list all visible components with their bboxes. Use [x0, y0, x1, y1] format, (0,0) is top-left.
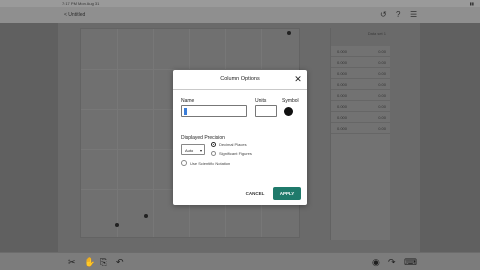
- data-point[interactable]: [287, 31, 291, 35]
- help-icon[interactable]: ?: [396, 10, 400, 20]
- units-label: Units: [255, 98, 267, 104]
- decimal-places-label: Decimal Places: [219, 142, 247, 147]
- chevron-down-icon: ▾: [199, 148, 202, 153]
- precision-value: Auto: [185, 148, 194, 153]
- data-point[interactable]: [144, 214, 148, 218]
- cancel-button[interactable]: CANCEL: [243, 189, 267, 199]
- apply-button[interactable]: APPLY: [273, 187, 301, 200]
- name-input[interactable]: [181, 105, 247, 117]
- app-top-bar: < Untitled ↺ ? ☰: [0, 7, 480, 23]
- scientific-notation-checkbox[interactable]: [181, 160, 187, 166]
- units-input[interactable]: [255, 105, 277, 117]
- symbol-label: Symbol: [282, 98, 299, 104]
- scissors-icon[interactable]: ✂: [68, 257, 76, 267]
- back-button[interactable]: < Untitled: [64, 12, 85, 18]
- dialog-title: Column Options: [220, 76, 260, 82]
- data-table[interactable]: Data set 1 0.000 0.00 0.000 0.00 0.000 0.00…: [330, 28, 390, 240]
- close-icon[interactable]: ✕: [293, 74, 303, 84]
- symbol-picker[interactable]: [284, 107, 293, 116]
- scientific-notation-label: Use Scientific Notation: [190, 161, 231, 166]
- table-row[interactable]: 0.000 0.00: [331, 101, 390, 112]
- redo-icon[interactable]: ↷: [388, 257, 396, 267]
- table-row[interactable]: 0.000 0.00: [331, 90, 390, 101]
- precision-label: Displayed Precision: [181, 135, 225, 141]
- table-row[interactable]: 0.000 0.00: [331, 68, 390, 79]
- clipboard-icon[interactable]: ⎘: [100, 257, 107, 267]
- left-toolbar-area: [0, 23, 58, 252]
- table-row[interactable]: 0.000 0.00: [331, 57, 390, 68]
- text-selection-handle[interactable]: [184, 108, 187, 115]
- table-row[interactable]: 0.000 0.00: [331, 112, 390, 123]
- grid-line: [117, 29, 118, 237]
- table-row[interactable]: 0.000 0.00: [331, 79, 390, 90]
- undo-icon[interactable]: ↶: [116, 257, 124, 267]
- hand-icon[interactable]: ✋: [84, 257, 95, 267]
- column-options-dialog: Column Options ✕ Name Units Symbol Displ…: [173, 70, 307, 205]
- dialog-header: Column Options ✕: [173, 70, 307, 90]
- keyboard-icon[interactable]: ⌨: [404, 257, 417, 267]
- camera-icon[interactable]: ◉: [372, 257, 380, 267]
- status-bar: 7:17 PM Mon Aug 31 ▮▮: [0, 0, 480, 7]
- battery-icon: ▮▮: [469, 1, 474, 6]
- significant-figures-label: Significant Figures: [219, 151, 252, 156]
- table-row[interactable]: 0.000 0.00: [331, 46, 390, 57]
- status-time: 7:17 PM Mon Aug 31: [62, 1, 100, 6]
- table-header: Data set 1: [331, 28, 390, 46]
- bottom-toolbar: ✂ ✋ ⎘ ↶ ◉ ↷ ⌨: [0, 252, 480, 270]
- undo-icon[interactable]: ↺: [380, 10, 387, 20]
- significant-figures-radio[interactable]: [211, 151, 216, 156]
- precision-select[interactable]: Auto ▾: [181, 144, 205, 155]
- right-toolbar-area: [420, 23, 480, 252]
- data-point[interactable]: [115, 223, 119, 227]
- grid-line: [153, 29, 154, 237]
- table-row[interactable]: 0.000 0.00: [331, 123, 390, 134]
- name-label: Name: [181, 98, 195, 104]
- decimal-places-radio[interactable]: [211, 142, 216, 147]
- menu-icon[interactable]: ☰: [410, 10, 417, 20]
